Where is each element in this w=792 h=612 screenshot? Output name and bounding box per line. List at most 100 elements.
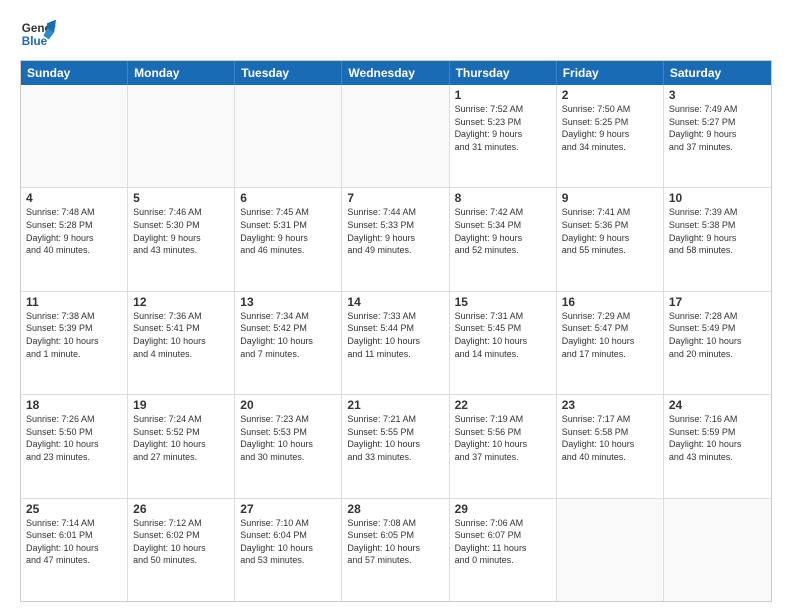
day-number: 26 [133,502,229,516]
cal-cell: 5Sunrise: 7:46 AMSunset: 5:30 PMDaylight… [128,188,235,290]
cell-info: Sunrise: 7:29 AMSunset: 5:47 PMDaylight:… [562,310,658,360]
cal-cell [664,499,771,601]
day-number: 24 [669,398,766,412]
cell-info: Sunrise: 7:14 AMSunset: 6:01 PMDaylight:… [26,517,122,567]
cal-cell: 15Sunrise: 7:31 AMSunset: 5:45 PMDayligh… [450,292,557,394]
cal-header-wednesday: Wednesday [342,61,449,85]
cell-info: Sunrise: 7:26 AMSunset: 5:50 PMDaylight:… [26,413,122,463]
cal-cell: 27Sunrise: 7:10 AMSunset: 6:04 PMDayligh… [235,499,342,601]
cell-info: Sunrise: 7:45 AMSunset: 5:31 PMDaylight:… [240,206,336,256]
cal-week-4: 25Sunrise: 7:14 AMSunset: 6:01 PMDayligh… [21,499,771,601]
cell-info: Sunrise: 7:21 AMSunset: 5:55 PMDaylight:… [347,413,443,463]
cell-info: Sunrise: 7:06 AMSunset: 6:07 PMDaylight:… [455,517,551,567]
cal-cell: 21Sunrise: 7:21 AMSunset: 5:55 PMDayligh… [342,395,449,497]
cal-cell: 13Sunrise: 7:34 AMSunset: 5:42 PMDayligh… [235,292,342,394]
cell-info: Sunrise: 7:33 AMSunset: 5:44 PMDaylight:… [347,310,443,360]
cal-cell: 2Sunrise: 7:50 AMSunset: 5:25 PMDaylight… [557,85,664,187]
day-number: 14 [347,295,443,309]
cell-info: Sunrise: 7:42 AMSunset: 5:34 PMDaylight:… [455,206,551,256]
day-number: 11 [26,295,122,309]
day-number: 5 [133,191,229,205]
cal-cell: 6Sunrise: 7:45 AMSunset: 5:31 PMDaylight… [235,188,342,290]
day-number: 15 [455,295,551,309]
cell-info: Sunrise: 7:17 AMSunset: 5:58 PMDaylight:… [562,413,658,463]
day-number: 2 [562,88,658,102]
day-number: 3 [669,88,766,102]
day-number: 1 [455,88,551,102]
cell-info: Sunrise: 7:12 AMSunset: 6:02 PMDaylight:… [133,517,229,567]
day-number: 20 [240,398,336,412]
day-number: 17 [669,295,766,309]
cell-info: Sunrise: 7:36 AMSunset: 5:41 PMDaylight:… [133,310,229,360]
cal-cell: 8Sunrise: 7:42 AMSunset: 5:34 PMDaylight… [450,188,557,290]
cal-cell [557,499,664,601]
cal-cell [21,85,128,187]
cell-info: Sunrise: 7:39 AMSunset: 5:38 PMDaylight:… [669,206,766,256]
cal-cell: 12Sunrise: 7:36 AMSunset: 5:41 PMDayligh… [128,292,235,394]
cell-info: Sunrise: 7:49 AMSunset: 5:27 PMDaylight:… [669,103,766,153]
cal-cell: 9Sunrise: 7:41 AMSunset: 5:36 PMDaylight… [557,188,664,290]
cal-cell: 1Sunrise: 7:52 AMSunset: 5:23 PMDaylight… [450,85,557,187]
cell-info: Sunrise: 7:19 AMSunset: 5:56 PMDaylight:… [455,413,551,463]
day-number: 12 [133,295,229,309]
day-number: 27 [240,502,336,516]
cal-cell: 16Sunrise: 7:29 AMSunset: 5:47 PMDayligh… [557,292,664,394]
cal-cell: 29Sunrise: 7:06 AMSunset: 6:07 PMDayligh… [450,499,557,601]
cal-cell [128,85,235,187]
cal-cell [342,85,449,187]
day-number: 9 [562,191,658,205]
logo-icon: General Blue [20,16,56,52]
cell-info: Sunrise: 7:48 AMSunset: 5:28 PMDaylight:… [26,206,122,256]
cal-cell: 22Sunrise: 7:19 AMSunset: 5:56 PMDayligh… [450,395,557,497]
cell-info: Sunrise: 7:28 AMSunset: 5:49 PMDaylight:… [669,310,766,360]
calendar-header-row: SundayMondayTuesdayWednesdayThursdayFrid… [21,61,771,85]
cell-info: Sunrise: 7:34 AMSunset: 5:42 PMDaylight:… [240,310,336,360]
cal-week-2: 11Sunrise: 7:38 AMSunset: 5:39 PMDayligh… [21,292,771,395]
day-number: 19 [133,398,229,412]
day-number: 25 [26,502,122,516]
cal-cell: 19Sunrise: 7:24 AMSunset: 5:52 PMDayligh… [128,395,235,497]
cal-header-monday: Monday [128,61,235,85]
cal-header-thursday: Thursday [450,61,557,85]
cal-cell: 26Sunrise: 7:12 AMSunset: 6:02 PMDayligh… [128,499,235,601]
page: General Blue SundayMondayTuesdayWednesda… [0,0,792,612]
cal-cell: 24Sunrise: 7:16 AMSunset: 5:59 PMDayligh… [664,395,771,497]
cal-cell: 14Sunrise: 7:33 AMSunset: 5:44 PMDayligh… [342,292,449,394]
day-number: 4 [26,191,122,205]
cal-cell: 7Sunrise: 7:44 AMSunset: 5:33 PMDaylight… [342,188,449,290]
cal-cell: 4Sunrise: 7:48 AMSunset: 5:28 PMDaylight… [21,188,128,290]
cal-cell: 3Sunrise: 7:49 AMSunset: 5:27 PMDaylight… [664,85,771,187]
day-number: 13 [240,295,336,309]
cell-info: Sunrise: 7:46 AMSunset: 5:30 PMDaylight:… [133,206,229,256]
day-number: 28 [347,502,443,516]
day-number: 23 [562,398,658,412]
cell-info: Sunrise: 7:41 AMSunset: 5:36 PMDaylight:… [562,206,658,256]
cell-info: Sunrise: 7:52 AMSunset: 5:23 PMDaylight:… [455,103,551,153]
cal-cell: 28Sunrise: 7:08 AMSunset: 6:05 PMDayligh… [342,499,449,601]
cell-info: Sunrise: 7:10 AMSunset: 6:04 PMDaylight:… [240,517,336,567]
logo: General Blue [20,16,58,52]
cal-week-0: 1Sunrise: 7:52 AMSunset: 5:23 PMDaylight… [21,85,771,188]
cal-cell: 20Sunrise: 7:23 AMSunset: 5:53 PMDayligh… [235,395,342,497]
calendar-body: 1Sunrise: 7:52 AMSunset: 5:23 PMDaylight… [21,85,771,601]
cal-cell: 25Sunrise: 7:14 AMSunset: 6:01 PMDayligh… [21,499,128,601]
day-number: 22 [455,398,551,412]
cal-header-saturday: Saturday [664,61,771,85]
cal-week-3: 18Sunrise: 7:26 AMSunset: 5:50 PMDayligh… [21,395,771,498]
calendar: SundayMondayTuesdayWednesdayThursdayFrid… [20,60,772,602]
header: General Blue [20,16,772,52]
cell-info: Sunrise: 7:24 AMSunset: 5:52 PMDaylight:… [133,413,229,463]
cal-cell: 23Sunrise: 7:17 AMSunset: 5:58 PMDayligh… [557,395,664,497]
cal-header-tuesday: Tuesday [235,61,342,85]
day-number: 21 [347,398,443,412]
cal-cell: 11Sunrise: 7:38 AMSunset: 5:39 PMDayligh… [21,292,128,394]
cell-info: Sunrise: 7:23 AMSunset: 5:53 PMDaylight:… [240,413,336,463]
cell-info: Sunrise: 7:44 AMSunset: 5:33 PMDaylight:… [347,206,443,256]
day-number: 18 [26,398,122,412]
day-number: 16 [562,295,658,309]
cal-cell [235,85,342,187]
cell-info: Sunrise: 7:08 AMSunset: 6:05 PMDaylight:… [347,517,443,567]
cal-cell: 17Sunrise: 7:28 AMSunset: 5:49 PMDayligh… [664,292,771,394]
svg-text:Blue: Blue [22,35,48,48]
cal-header-sunday: Sunday [21,61,128,85]
